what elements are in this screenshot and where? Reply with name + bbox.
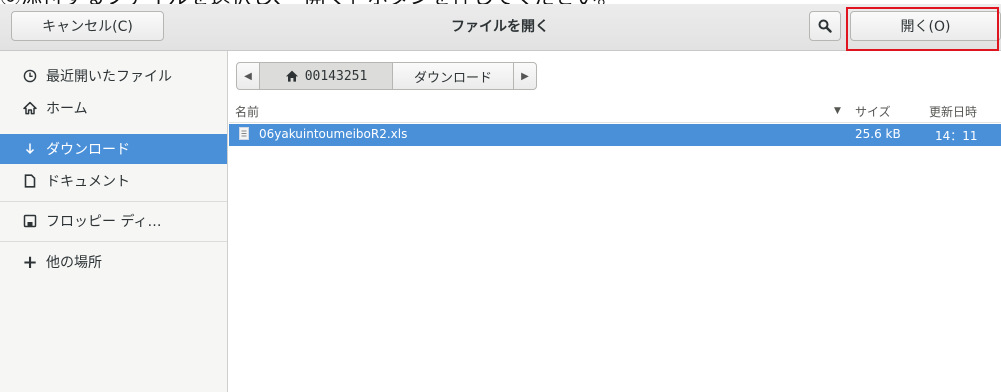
cancel-button[interactable]: キャンセル(C) xyxy=(11,11,164,41)
sidebar-item-home[interactable]: ホーム xyxy=(0,93,227,123)
sidebar-item-label: ホーム xyxy=(46,101,88,117)
column-size[interactable]: サイズ xyxy=(855,103,891,120)
sidebar-item-recent[interactable]: 最近開いたファイル xyxy=(0,61,227,91)
sidebar-item-label: ダウンロード xyxy=(46,142,130,158)
column-name[interactable]: 名前 xyxy=(235,103,259,120)
file-size: 25.6 kB xyxy=(855,127,901,141)
spreadsheet-file-icon xyxy=(239,127,249,143)
sidebar-item-label: フロッピー ディ… xyxy=(46,214,162,230)
path-back-button[interactable]: ◀ xyxy=(236,62,260,90)
sidebar-item-label: 最近開いたファイル xyxy=(46,69,172,85)
file-list-header: 名前 ▼ サイズ 更新日時 xyxy=(229,100,1001,123)
home-icon xyxy=(20,101,40,115)
search-button[interactable] xyxy=(809,11,841,41)
sidebar-item-label: 他の場所 xyxy=(46,255,102,271)
file-modified: 14：11 xyxy=(935,129,978,143)
column-modified[interactable]: 更新日時 xyxy=(929,103,977,120)
dialog-title: ファイルを開く xyxy=(451,19,549,35)
path-bar: ◀ 00143251 ダウンロード ▶ xyxy=(236,62,537,90)
sidebar-item-floppy[interactable]: フロッピー ディ… xyxy=(0,206,227,236)
path-home-button[interactable]: 00143251 xyxy=(259,62,393,90)
file-row[interactable]: 06yakuintoumeiboR2.xls 25.6 kB 14：11 xyxy=(229,124,1001,146)
file-open-dialog: キャンセル(C) ファイルを開く 開く(O) 最近開いたファイル ホーム ダウン… xyxy=(0,4,1001,392)
file-name: 06yakuintoumeiboR2.xls xyxy=(259,127,408,141)
sidebar-item-documents[interactable]: ドキュメント xyxy=(0,166,227,196)
path-downloads-button[interactable]: ダウンロード xyxy=(392,62,514,90)
header-bar: キャンセル(C) ファイルを開く 開く(O) xyxy=(0,4,1001,51)
path-forward-button[interactable]: ▶ xyxy=(513,62,537,90)
sidebar-item-other-locations[interactable]: + 他の場所 xyxy=(0,247,227,277)
sidebar-separator xyxy=(0,241,227,242)
plus-icon: + xyxy=(22,251,38,273)
download-icon xyxy=(20,142,40,156)
sidebar-item-label: ドキュメント xyxy=(46,174,130,190)
home-icon xyxy=(285,70,298,82)
open-button[interactable]: 開く(O) xyxy=(850,11,1001,41)
places-sidebar: 最近開いたファイル ホーム ダウンロード ドキュメント フロッピー ディ… + … xyxy=(0,51,228,392)
clock-icon xyxy=(20,69,40,83)
document-icon xyxy=(20,174,40,188)
path-home-label: 00143251 xyxy=(304,68,368,84)
search-icon xyxy=(818,19,832,33)
sort-indicator-icon: ▼ xyxy=(834,106,841,116)
sidebar-item-downloads[interactable]: ダウンロード xyxy=(0,134,227,164)
floppy-icon xyxy=(20,214,40,228)
sidebar-separator xyxy=(0,201,227,202)
